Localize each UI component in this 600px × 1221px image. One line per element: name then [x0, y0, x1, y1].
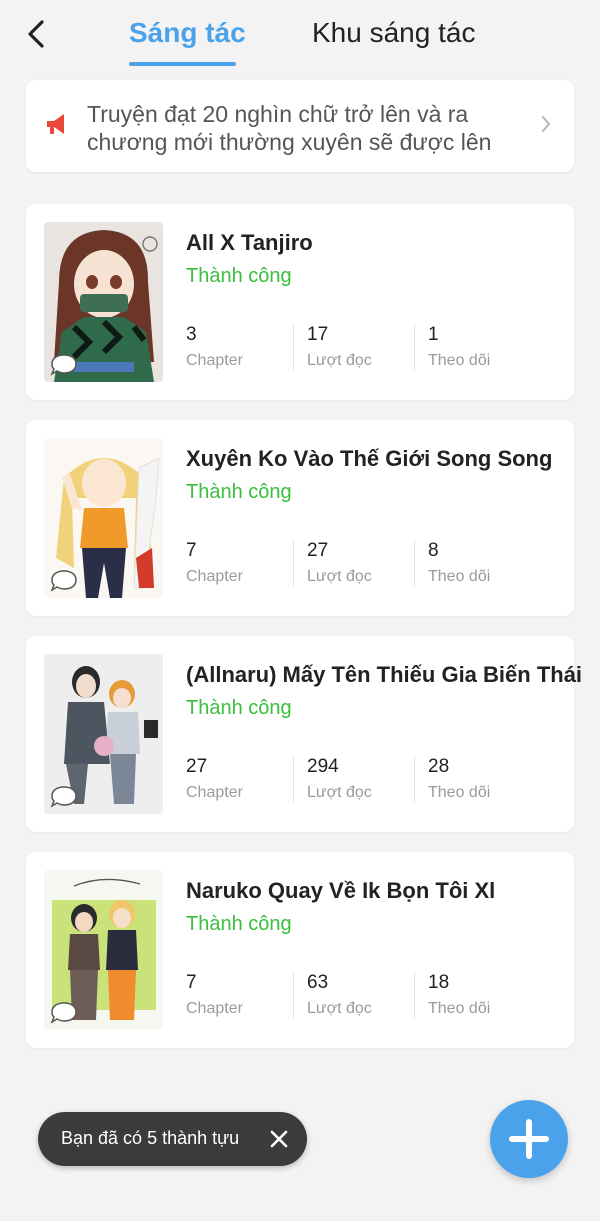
chevron-left-icon: [28, 20, 44, 48]
story-title: (Allnaru) Mấy Tên Thiếu Gia Biến Thái: [186, 662, 583, 687]
comment-bubble-icon: [50, 1002, 77, 1024]
story-title: Naruko Quay Về Ik Bọn Tôi Xl: [186, 878, 496, 903]
chevron-right-icon: [542, 116, 550, 132]
divider: [414, 972, 415, 1018]
stat-reads: 17 Lượt đọc: [307, 324, 372, 372]
story-cover-image: [44, 222, 163, 382]
stat-label: Theo dõi: [428, 352, 491, 369]
active-tab-indicator: [129, 62, 236, 66]
stat-value: 27: [307, 540, 329, 561]
stat-reads: 294 Lượt đọc: [307, 756, 372, 804]
stat-value: 63: [307, 972, 329, 993]
stat-reads: 27 Lượt đọc: [307, 540, 372, 588]
story-title: Xuyên Ko Vào Thế Giới Song Song: [186, 446, 553, 471]
divider: [293, 972, 294, 1018]
notice-banner[interactable]: Truyện đạt 20 nghìn chữ trở lên và ra ch…: [26, 80, 574, 172]
divider: [414, 324, 415, 370]
story-status: Thành công: [186, 913, 292, 935]
stat-value: 18: [428, 972, 450, 993]
divider: [414, 540, 415, 586]
story-title: All X Tanjiro: [186, 230, 313, 255]
tab-khu-sang-tac[interactable]: Khu sáng tác: [312, 16, 475, 56]
stat-label: Lượt đọc: [307, 1000, 372, 1017]
stat-label: Chapter: [186, 1000, 243, 1017]
back-button[interactable]: [18, 14, 54, 54]
stat-followers: 8 Theo dõi: [428, 540, 490, 588]
stat-followers: 28 Theo dõi: [428, 756, 490, 804]
close-icon: [270, 1130, 288, 1148]
stat-chapters: 3 Chapter: [186, 324, 243, 372]
story-status: Thành công: [186, 481, 292, 503]
achievement-toast: Bạn đã có 5 thành tựu: [38, 1112, 307, 1166]
story-card[interactable]: Naruko Quay Về Ik Bọn Tôi Xl Thành công …: [26, 852, 574, 1048]
tab-sang-tac[interactable]: Sáng tác: [129, 16, 246, 56]
stat-label: Chapter: [186, 352, 243, 369]
stat-value: 3: [186, 324, 197, 345]
stat-value: 8: [428, 540, 439, 561]
stat-value: 28: [428, 756, 450, 777]
create-story-button[interactable]: [490, 1100, 568, 1178]
stat-followers: 1 Theo dõi: [428, 324, 490, 372]
toast-close-button[interactable]: [267, 1127, 291, 1151]
stat-label: Lượt đọc: [307, 352, 372, 369]
stat-followers: 18 Theo dõi: [428, 972, 490, 1020]
divider: [293, 756, 294, 802]
stat-label: Theo dõi: [428, 784, 491, 801]
comment-bubble-icon: [50, 354, 77, 376]
story-cover-image: [44, 654, 163, 814]
stat-chapters: 7 Chapter: [186, 972, 243, 1020]
story-cover-image: [44, 870, 163, 1030]
stat-reads: 63 Lượt đọc: [307, 972, 372, 1020]
stat-label: Theo dõi: [428, 1000, 491, 1017]
story-card[interactable]: Xuyên Ko Vào Thế Giới Song Song Thành cô…: [26, 420, 574, 616]
stat-value: 27: [186, 756, 208, 777]
stat-value: 1: [428, 324, 439, 345]
divider: [293, 324, 294, 370]
notice-text: Truyện đạt 20 nghìn chữ trở lên và ra ch…: [87, 101, 492, 155]
stat-label: Lượt đọc: [307, 568, 372, 585]
divider: [414, 756, 415, 802]
stat-value: 7: [186, 540, 197, 561]
stat-value: 17: [307, 324, 329, 345]
top-bar: Sáng tác Khu sáng tác: [0, 0, 600, 68]
stat-chapters: 27 Chapter: [186, 756, 243, 804]
stat-chapters: 7 Chapter: [186, 540, 243, 588]
stat-label: Lượt đọc: [307, 784, 372, 801]
story-card[interactable]: (Allnaru) Mấy Tên Thiếu Gia Biến Thái Th…: [26, 636, 582, 832]
divider: [293, 540, 294, 586]
stat-value: 7: [186, 972, 197, 993]
story-card[interactable]: All X Tanjiro Thành công 3 Chapter 17 Lư…: [26, 204, 574, 400]
comment-bubble-icon: [50, 570, 77, 592]
plus-icon: [509, 1119, 549, 1159]
toast-text: Bạn đã có 5 thành tựu: [61, 1128, 240, 1148]
stat-value: 294: [307, 756, 339, 777]
story-status: Thành công: [186, 265, 292, 287]
stat-label: Chapter: [186, 568, 243, 585]
story-status: Thành công: [186, 697, 292, 719]
megaphone-icon: [47, 114, 64, 134]
stat-label: Theo dõi: [428, 568, 491, 585]
comment-bubble-icon: [50, 786, 77, 808]
stat-label: Chapter: [186, 784, 243, 801]
story-cover-image: [44, 438, 163, 598]
